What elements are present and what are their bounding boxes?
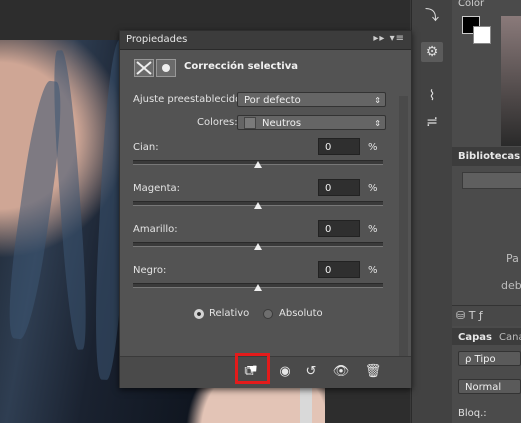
magenta-value-input[interactable]: 0: [318, 179, 360, 196]
properties-header: Propiedades ▸▸ ▾≡: [120, 31, 411, 50]
yellow-value-input[interactable]: 0: [318, 220, 360, 237]
cyan-value-input[interactable]: 0: [318, 138, 360, 155]
cyan-slider-thumb[interactable]: [254, 161, 262, 168]
select-arrows-icon: ⇕: [374, 119, 381, 128]
library-dropdown[interactable]: [462, 172, 521, 189]
delete-trash-icon[interactable]: 🗑: [363, 362, 383, 382]
relative-label[interactable]: Relativo: [209, 308, 249, 319]
panel-menu-icon[interactable]: ▸▸ ▾≡: [373, 33, 405, 44]
lock-label: Bloq.:: [458, 408, 487, 419]
preset-label: Ajuste preestablecido:: [133, 94, 245, 105]
color-tab[interactable]: Color: [458, 0, 484, 9]
history-icon[interactable]: ⤵: [421, 6, 443, 26]
black-slider-thumb[interactable]: [254, 284, 262, 291]
blend-mode-select[interactable]: Normal: [458, 379, 521, 394]
panel-icon-strip: ⤵ ⚙ ⌇ ≓: [411, 0, 452, 423]
properties-panel: Propiedades ▸▸ ▾≡ Corrección selectiva A…: [119, 30, 412, 388]
view-previous-icon[interactable]: ◉: [275, 362, 295, 382]
slider-label-magenta: Magenta:: [133, 183, 181, 194]
properties-tab[interactable]: Propiedades: [126, 34, 187, 45]
neutral-swatch: [244, 117, 256, 129]
slider-label-cyan: Cian:: [133, 142, 159, 153]
highlight-box: ☚: [235, 353, 270, 384]
visibility-eye-icon[interactable]: 👁: [331, 362, 351, 382]
yellow-slider-thumb[interactable]: [254, 243, 262, 250]
right-panels: Color Bibliotecas Pa deb ⛁ T ƒ Capas Can…: [452, 0, 521, 423]
slider-label-black: Negro:: [133, 265, 167, 276]
absolute-label[interactable]: Absoluto: [279, 308, 323, 319]
properties-body: Corrección selectiva Ajuste preestableci…: [120, 50, 411, 364]
hand-cursor-icon: ☚: [246, 362, 258, 377]
percent-unit: %: [368, 224, 378, 235]
brush-icon[interactable]: ⌇: [421, 86, 443, 106]
library-text: Pa: [506, 252, 519, 265]
slider-label-yellow: Amarillo:: [133, 224, 178, 235]
percent-unit: %: [368, 265, 378, 276]
relative-radio[interactable]: [194, 309, 204, 319]
panel-scrollbar[interactable]: [399, 96, 408, 364]
magenta-slider-thumb[interactable]: [254, 202, 262, 209]
mask-icon[interactable]: [156, 59, 176, 77]
channels-tab[interactable]: Cana: [499, 332, 521, 343]
preset-select[interactable]: Por defecto ⇕: [237, 92, 386, 107]
percent-unit: %: [368, 142, 378, 153]
background-swatch[interactable]: [473, 26, 491, 44]
libraries-tab[interactable]: Bibliotecas: [458, 151, 520, 162]
selective-color-icon: [134, 59, 154, 77]
layer-kind-filter[interactable]: ρ Tipo: [458, 351, 521, 366]
layers-tab[interactable]: Capas: [458, 332, 492, 343]
colors-select[interactable]: Neutros ⇕: [237, 115, 386, 130]
library-footer-icons[interactable]: ⛁ T ƒ: [456, 309, 483, 322]
properties-icon[interactable]: ⚙: [421, 42, 443, 62]
select-arrows-icon: ⇕: [374, 96, 381, 105]
adjustments-icon[interactable]: ≓: [421, 112, 443, 132]
color-spectrum[interactable]: [501, 16, 521, 146]
absolute-radio[interactable]: [263, 309, 273, 319]
black-value-input[interactable]: 0: [318, 261, 360, 278]
reset-icon[interactable]: ↺: [301, 362, 321, 382]
library-text: deb: [501, 279, 521, 292]
percent-unit: %: [368, 183, 378, 194]
colors-label: Colores:: [197, 117, 238, 128]
adjustment-title: Corrección selectiva: [184, 61, 298, 72]
